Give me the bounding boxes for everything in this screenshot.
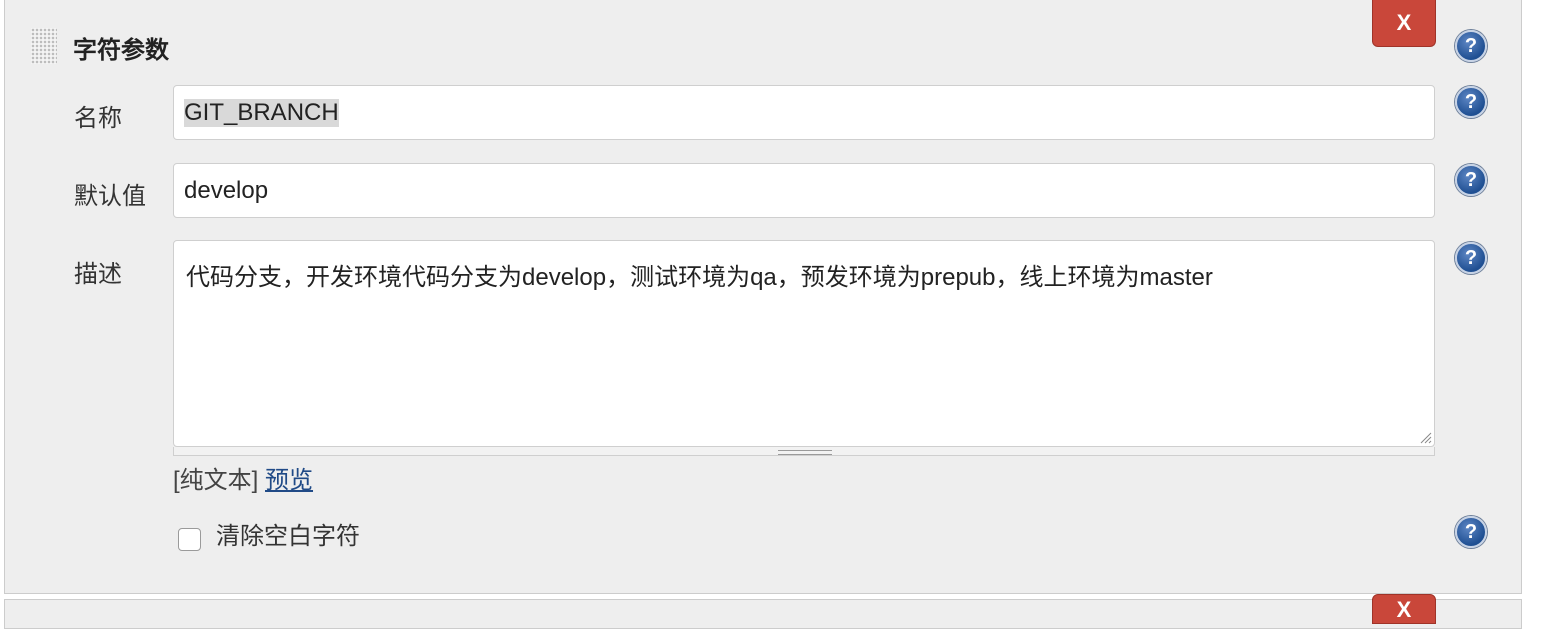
next-parameter-panel	[4, 599, 1522, 629]
description-textarea[interactable]: 代码分支，开发环境代码分支为develop，测试环境为qa，预发环境为prepu…	[173, 240, 1435, 447]
resize-grip-icon	[778, 450, 832, 455]
preview-link[interactable]: 预览	[265, 467, 313, 494]
trim-checkbox-label: 清除空白字符	[216, 523, 360, 550]
plain-text-label: [纯文本]	[173, 467, 259, 494]
section-title: 字符参数	[73, 37, 169, 64]
trim-checkbox[interactable]	[178, 528, 201, 551]
default-value-input[interactable]: develop	[173, 163, 1435, 218]
default-value-help-icon[interactable]: ?	[1455, 164, 1487, 196]
default-value-input-value: develop	[184, 176, 269, 204]
next-delete-parameter-button[interactable]: X	[1372, 594, 1436, 624]
delete-parameter-button[interactable]: X	[1372, 0, 1436, 47]
drag-handle-icon[interactable]	[31, 28, 57, 64]
resize-corner-icon[interactable]	[1418, 430, 1432, 444]
description-help-icon[interactable]: ?	[1455, 242, 1487, 274]
section-help-icon[interactable]: ?	[1455, 30, 1487, 62]
name-label: 名称	[74, 105, 122, 132]
trim-help-icon[interactable]: ?	[1455, 516, 1487, 548]
name-input-value: GIT_BRANCH	[184, 98, 339, 127]
description-textarea-value: 代码分支，开发环境代码分支为develop，测试环境为qa，预发环境为prepu…	[186, 264, 1213, 291]
name-input[interactable]: GIT_BRANCH	[173, 85, 1435, 140]
description-label: 描述	[74, 261, 122, 288]
name-help-icon[interactable]: ?	[1455, 86, 1487, 118]
textarea-resize-bar[interactable]	[173, 447, 1435, 456]
format-row: [纯文本] 预览	[173, 460, 313, 495]
default-value-label: 默认值	[74, 183, 146, 210]
